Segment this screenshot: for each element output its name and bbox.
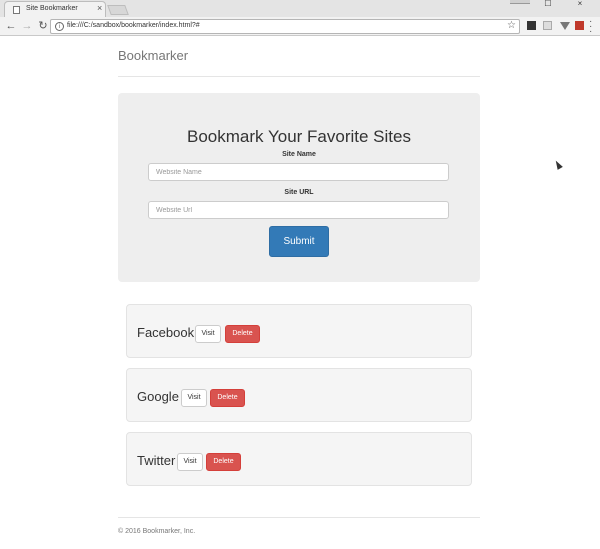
visit-button[interactable]: Visit — [177, 453, 203, 471]
delete-button[interactable]: Delete — [225, 325, 260, 343]
tab-title: Site Bookmarker — [26, 5, 78, 12]
visit-button[interactable]: Visit — [181, 389, 207, 407]
bookmark-item: Twitter Visit Delete — [126, 432, 472, 486]
address-bar[interactable]: i file:///C:/sandbox/bookmarker/index.ht… — [50, 19, 520, 34]
site-url-label: Site URL — [284, 189, 314, 196]
close-window-button[interactable]: × — [570, 0, 590, 8]
delete-button[interactable]: Delete — [206, 453, 241, 471]
footer-copyright: © 2016 Bookmarker, Inc. — [118, 528, 196, 535]
visit-button[interactable]: Visit — [195, 325, 221, 343]
bookmark-item: Google Visit Delete — [126, 368, 472, 422]
form-title: Bookmark Your Favorite Sites — [187, 127, 411, 146]
page-icon — [13, 6, 20, 14]
tab-strip: Site Bookmarker × ☐ × — [0, 0, 600, 17]
browser-menu-icon[interactable]: · · · — [589, 17, 595, 37]
maximize-button[interactable]: ☐ — [538, 0, 558, 8]
extension-icon[interactable] — [527, 21, 536, 30]
reload-icon[interactable]: ↻ — [36, 19, 50, 33]
header-divider — [118, 76, 480, 77]
footer-divider — [118, 517, 480, 518]
bookmark-form-panel: Bookmark Your Favorite Sites Site Name S… — [118, 93, 480, 282]
delete-button[interactable]: Delete — [210, 389, 245, 407]
back-arrow-icon[interactable]: ← — [4, 19, 18, 33]
extension-icon[interactable] — [543, 21, 552, 30]
bookmark-item: Facebook Visit Delete — [126, 304, 472, 358]
browser-tab[interactable]: Site Bookmarker × — [4, 1, 106, 17]
submit-button[interactable]: Submit — [269, 226, 329, 257]
extension-icon[interactable] — [575, 21, 584, 30]
bookmark-star-icon[interactable]: ☆ — [507, 20, 516, 31]
tab-close-icon[interactable]: × — [97, 3, 102, 13]
extension-icon[interactable] — [560, 22, 570, 30]
bookmark-name: Twitter — [137, 453, 176, 468]
site-name-input[interactable] — [148, 163, 449, 181]
site-url-input[interactable] — [148, 201, 449, 219]
page-header-title: Bookmarker — [118, 48, 189, 63]
browser-toolbar: ← → ↻ i file:///C:/sandbox/bookmarker/in… — [0, 17, 600, 37]
page-content: Bookmarker Bookmark Your Favorite Sites … — [0, 36, 600, 549]
info-icon[interactable]: i — [55, 22, 64, 31]
site-name-label: Site Name — [282, 151, 316, 158]
url-text[interactable]: file:///C:/sandbox/bookmarker/index.html… — [67, 22, 200, 29]
forward-arrow-icon[interactable]: → — [20, 19, 34, 33]
bookmark-name: Google — [137, 389, 179, 404]
minimize-button[interactable] — [510, 0, 530, 4]
bookmark-name: Facebook — [137, 325, 195, 340]
browser-chrome: Site Bookmarker × ☐ × ← → ↻ i file:///C:… — [0, 0, 600, 37]
new-tab-button[interactable] — [107, 5, 129, 15]
